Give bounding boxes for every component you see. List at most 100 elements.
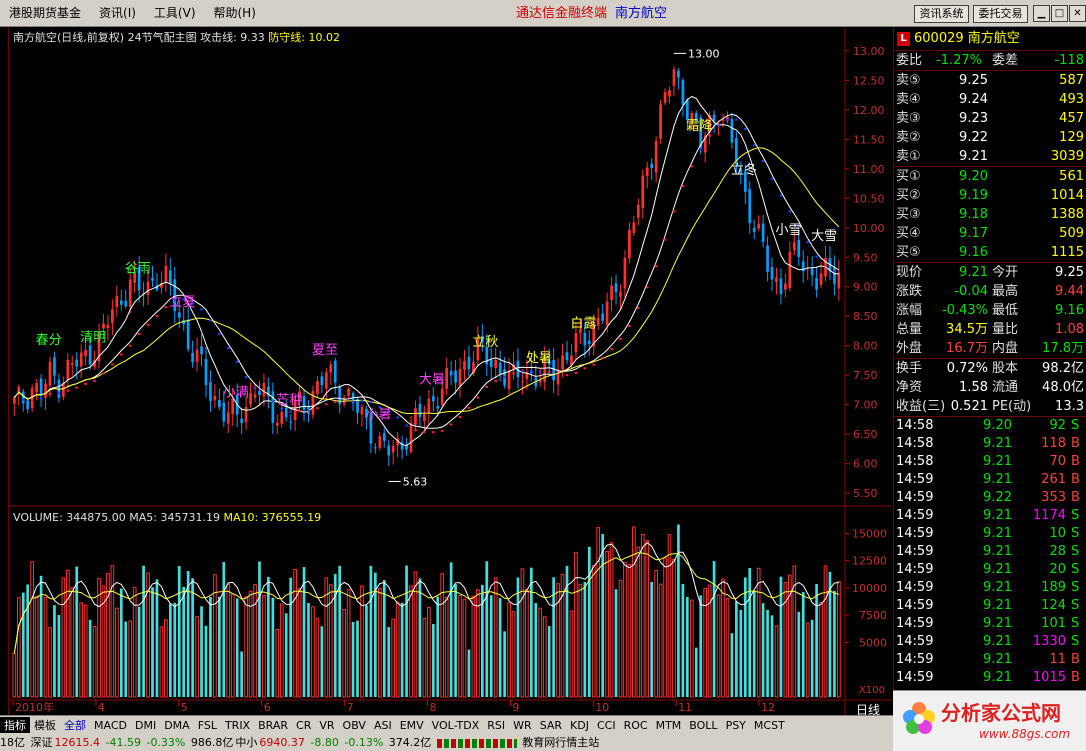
tick-row[interactable]: 14:59 9.21 261 B bbox=[894, 471, 1086, 489]
volume-bar bbox=[75, 566, 79, 697]
tick-time: 14:58 bbox=[896, 454, 934, 469]
candle-body bbox=[445, 367, 449, 389]
toolbar-item-obv[interactable]: OBV bbox=[339, 719, 370, 732]
candle-body bbox=[218, 400, 221, 408]
toolbar-item-macd[interactable]: MACD bbox=[90, 719, 131, 732]
candle-body bbox=[668, 90, 671, 97]
tick-side: S bbox=[1071, 418, 1080, 433]
candlestick-chart[interactable]: 13.00 12.50 12.00 11.50 11.00 10.50 10.00 9.50 9… bbox=[9, 27, 892, 715]
tick-time: 14:59 bbox=[896, 634, 934, 649]
candle-body bbox=[26, 400, 30, 410]
toolbar-item-sar[interactable]: SAR bbox=[536, 719, 566, 732]
toolbar-item-mtm[interactable]: MTM bbox=[652, 719, 686, 732]
bid-row[interactable]: 买② 9.19 1014 bbox=[894, 186, 1086, 205]
tick-side: B bbox=[1071, 472, 1080, 487]
candle-body bbox=[815, 277, 818, 290]
bid-row[interactable]: 买③ 9.18 1388 bbox=[894, 205, 1086, 224]
tick-row[interactable]: 14:59 9.22 353 B bbox=[894, 489, 1086, 507]
toolbar-item-cci[interactable]: CCI bbox=[593, 719, 620, 732]
toolbar-item-wr[interactable]: WR bbox=[509, 719, 536, 732]
tick-volume: 28 bbox=[1049, 544, 1066, 559]
toolbar-item-模板[interactable]: 模板 bbox=[30, 717, 60, 733]
candle-body bbox=[632, 222, 636, 233]
menu-item-news[interactable]: 资讯(I) bbox=[90, 0, 145, 27]
tick-row[interactable]: 14:58 9.20 92 S bbox=[894, 417, 1086, 435]
volume-bar bbox=[57, 615, 61, 697]
toolbar-item-rsi[interactable]: RSI bbox=[483, 719, 509, 732]
candle-body bbox=[605, 301, 609, 325]
toolbar-item-vr[interactable]: VR bbox=[315, 719, 338, 732]
candle-body bbox=[391, 445, 395, 453]
tick-price: 9.21 bbox=[983, 616, 1012, 631]
stat-value: -0.43% bbox=[942, 303, 988, 318]
toolbar-item-kdj[interactable]: KDJ bbox=[566, 719, 593, 732]
menu-item-tools[interactable]: 工具(V) bbox=[145, 0, 205, 27]
ask-row[interactable]: 卖① 9.21 3039 bbox=[894, 147, 1086, 166]
bid-volume: 561 bbox=[1059, 169, 1084, 184]
close-icon[interactable]: ✕ bbox=[1069, 5, 1086, 22]
toolbar-item-dma[interactable]: DMA bbox=[160, 719, 194, 732]
tick-row[interactable]: 14:59 9.21 1174 S bbox=[894, 507, 1086, 525]
ask-row[interactable]: 卖② 9.22 129 bbox=[894, 128, 1086, 147]
ask-row[interactable]: 卖④ 9.24 493 bbox=[894, 90, 1086, 109]
bid-row[interactable]: 买④ 9.17 509 bbox=[894, 224, 1086, 243]
chart-area[interactable]: 13.00 12.50 12.00 11.50 11.00 10.50 10.00 9.50 9… bbox=[9, 27, 892, 715]
ask-volume: 129 bbox=[1059, 130, 1084, 145]
attack-label: 攻击线: bbox=[200, 31, 237, 44]
tick-row[interactable]: 14:59 9.21 10 S bbox=[894, 525, 1086, 543]
tick-row[interactable]: 14:59 9.21 28 S bbox=[894, 543, 1086, 561]
bid-row[interactable]: 买⑤ 9.16 1115 bbox=[894, 243, 1086, 262]
bid-row[interactable]: 买① 9.20 561 bbox=[894, 167, 1086, 186]
candle-body bbox=[418, 403, 422, 417]
toolbar-item-指标[interactable]: 指标 bbox=[0, 717, 30, 733]
toolbar-item-fsl[interactable]: FSL bbox=[194, 719, 221, 732]
ask-row[interactable]: 卖⑤ 9.25 587 bbox=[894, 71, 1086, 90]
toolbar-item-cr[interactable]: CR bbox=[292, 719, 315, 732]
toolbar-item-mcst[interactable]: MCST bbox=[750, 719, 789, 732]
stat2-value: 1.58 bbox=[959, 380, 988, 395]
news-system-button[interactable]: 资讯系统 bbox=[914, 5, 969, 23]
toolbar-item-brar[interactable]: BRAR bbox=[254, 719, 292, 732]
toolbar-item-asi[interactable]: ASI bbox=[370, 719, 396, 732]
trade-button[interactable]: 委托交易 bbox=[973, 5, 1028, 23]
tick-time: 14:59 bbox=[896, 652, 934, 667]
ask-row[interactable]: 卖③ 9.23 457 bbox=[894, 109, 1086, 128]
candle-body bbox=[654, 140, 658, 173]
toolbar-item-dmi[interactable]: DMI bbox=[131, 719, 160, 732]
tick-row[interactable]: 14:59 9.21 189 S bbox=[894, 579, 1086, 597]
candle-body bbox=[75, 359, 79, 367]
maximize-icon[interactable]: □ bbox=[1051, 5, 1068, 22]
toolbar-item-emv[interactable]: EMV bbox=[396, 719, 428, 732]
volume-bar bbox=[21, 592, 25, 697]
tick-row[interactable]: 14:59 9.21 20 S bbox=[894, 561, 1086, 579]
volume-bar bbox=[209, 596, 212, 697]
toolbar-item-boll[interactable]: BOLL bbox=[685, 719, 721, 732]
minimize-icon[interactable]: ▁ bbox=[1033, 5, 1050, 22]
webi-value: -1.27% bbox=[936, 53, 982, 68]
toolbar-item-全部[interactable]: 全部 bbox=[60, 717, 90, 733]
candle-body bbox=[316, 381, 319, 395]
candle-body bbox=[440, 388, 444, 405]
tick-row[interactable]: 14:58 9.21 70 B bbox=[894, 453, 1086, 471]
toolbar-item-vol-tdx[interactable]: VOL-TDX bbox=[428, 719, 484, 732]
volume-ma10: MA10: 376555.19 bbox=[223, 511, 322, 524]
toolbar-item-trix[interactable]: TRIX bbox=[221, 719, 254, 732]
stat-row: 总量 34.5万 量比 1.08 bbox=[894, 320, 1086, 339]
tick-row[interactable]: 14:59 9.21 1330 S bbox=[894, 633, 1086, 651]
candle-body bbox=[766, 245, 769, 272]
stat-value: 9.25 bbox=[1055, 265, 1084, 280]
volume-bar bbox=[400, 602, 404, 697]
candle-body bbox=[324, 372, 328, 389]
tick-row[interactable]: 14:59 9.21 11 B bbox=[894, 651, 1086, 669]
menu-item-help[interactable]: 帮助(H) bbox=[205, 0, 265, 27]
tick-row[interactable]: 14:59 9.21 124 S bbox=[894, 597, 1086, 615]
candle-body bbox=[253, 394, 257, 398]
tick-row[interactable]: 14:58 9.21 118 B bbox=[894, 435, 1086, 453]
menu-item-hk[interactable]: 港股期货基金 bbox=[0, 0, 90, 27]
toolbar-item-roc[interactable]: ROC bbox=[620, 719, 652, 732]
volume-unit-label: X100 bbox=[859, 685, 885, 696]
tick-row[interactable]: 14:59 9.21 101 S bbox=[894, 615, 1086, 633]
toolbar-item-psy[interactable]: PSY bbox=[722, 719, 750, 732]
tick-row[interactable]: 14:59 9.21 1015 B bbox=[894, 669, 1086, 687]
tick-list[interactable]: 14:58 9.20 92 S 14:58 9.21 118 B 14:58 9.21 70 B 14:… bbox=[894, 417, 1086, 687]
